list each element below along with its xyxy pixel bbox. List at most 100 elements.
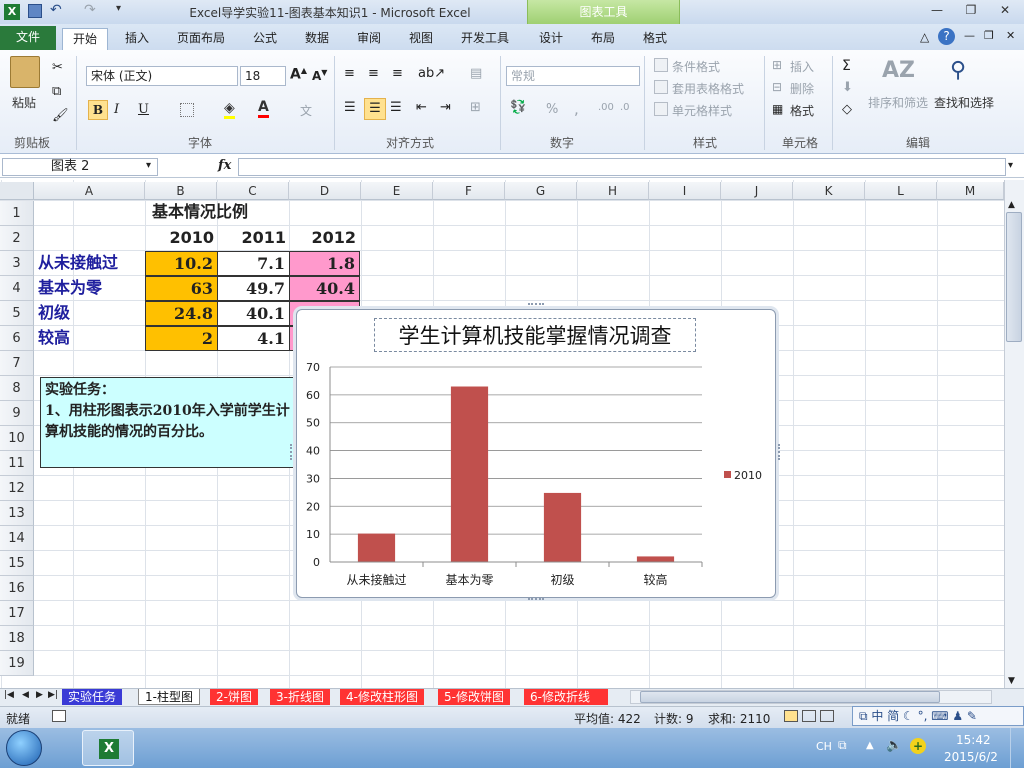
tab-data[interactable]: 数据	[298, 28, 336, 50]
row-header[interactable]: 6	[0, 326, 34, 351]
clear-icon[interactable]: ◇	[842, 102, 852, 117]
expand-formula-icon[interactable]: ▾	[1008, 160, 1013, 171]
formula-input[interactable]	[238, 158, 1006, 176]
underline-button[interactable]: U	[138, 102, 149, 117]
row-header[interactable]: 13	[0, 501, 34, 526]
row-label-cell[interactable]: 从未接触过	[34, 251, 146, 276]
fx-icon[interactable]: fx	[218, 158, 231, 173]
chart-bar[interactable]	[636, 556, 675, 562]
find-select-button[interactable]: 查找和选择	[934, 94, 994, 111]
cut-icon[interactable]: ✂	[52, 60, 63, 75]
tab-review[interactable]: 审阅	[350, 28, 388, 50]
table-format-button[interactable]: 套用表格格式	[672, 80, 744, 97]
row-header[interactable]: 9	[0, 401, 34, 426]
bold-button[interactable]: B	[88, 100, 108, 120]
percent-button[interactable]: %	[546, 102, 558, 117]
row-header[interactable]: 18	[0, 626, 34, 651]
paste-button[interactable]: 粘贴	[12, 94, 36, 111]
column-header[interactable]: G	[505, 182, 577, 200]
redo-icon[interactable]: ↷	[84, 2, 96, 18]
row-header[interactable]: 5	[0, 301, 34, 326]
tab-page-layout[interactable]: 页面布局	[170, 28, 232, 50]
font-name-select[interactable]: 宋体 (正文)	[86, 66, 238, 86]
tab-home[interactable]: 开始	[62, 28, 108, 50]
name-box-dropdown-icon[interactable]: ▾	[146, 160, 151, 171]
column-header[interactable]: A	[34, 182, 145, 200]
sheet-tab-task[interactable]: 实验任务	[62, 689, 123, 705]
task-textbox[interactable]: 实验任务： 1、用柱形图表示2010年入学前学生计算机技能的情况的百分比。	[40, 377, 300, 468]
scroll-thumb[interactable]	[1006, 212, 1022, 342]
italic-button[interactable]: I	[114, 102, 119, 117]
fill-icon[interactable]: ⬇	[842, 80, 853, 95]
column-header[interactable]: E	[361, 182, 433, 200]
grow-font-icon[interactable]: A▲	[290, 66, 307, 83]
find-select-icon[interactable]: ⚲	[950, 58, 966, 83]
close-icon[interactable]: ✕	[994, 3, 1016, 19]
sheet-tab-bar-chart[interactable]: 1-柱型图	[138, 689, 200, 705]
row-label-cell[interactable]: 初级	[34, 301, 146, 326]
year-header-2012[interactable]: 2012	[290, 226, 360, 251]
macro-record-icon[interactable]	[52, 710, 66, 722]
column-header[interactable]: K	[793, 182, 865, 200]
align-center-icon[interactable]: ☰	[364, 98, 386, 120]
workbook-close-icon[interactable]: ✕	[1006, 29, 1015, 42]
excel-app-icon[interactable]: X	[4, 4, 20, 20]
chart-bar[interactable]	[543, 492, 582, 562]
data-cell-2011[interactable]: 4.1	[217, 326, 290, 351]
sheet-nav-prev-icon[interactable]: ◀	[22, 690, 29, 700]
copy-icon[interactable]: ⧉	[52, 84, 61, 99]
tab-file[interactable]: 文件	[0, 26, 56, 50]
row-label-cell[interactable]: 较高	[34, 326, 146, 351]
input-language[interactable]: CH	[816, 740, 832, 753]
row-header[interactable]: 4	[0, 276, 34, 301]
row-header[interactable]: 16	[0, 576, 34, 601]
shrink-font-icon[interactable]: A▼	[312, 68, 327, 83]
paste-icon[interactable]	[10, 56, 40, 88]
orientation-icon[interactable]: ab↗	[418, 66, 445, 81]
taskbar-excel-icon[interactable]: X	[82, 730, 134, 766]
chart-resize-handle-left[interactable]	[290, 444, 294, 460]
borders-icon[interactable]	[180, 103, 194, 117]
normal-view-icon[interactable]	[784, 710, 798, 722]
name-box[interactable]: 图表 2	[2, 158, 158, 176]
insert-cells-button[interactable]: 插入	[790, 58, 814, 75]
undo-icon[interactable]: ↶	[50, 2, 62, 18]
format-painter-icon[interactable]: 🖌	[52, 108, 69, 123]
row-header[interactable]: 3	[0, 251, 34, 276]
merge-center-icon[interactable]: ⊞	[470, 100, 481, 115]
show-hidden-icons[interactable]: ▲	[866, 740, 874, 751]
tab-developer[interactable]: 开发工具	[454, 28, 516, 50]
delete-cells-button[interactable]: 删除	[790, 80, 814, 97]
column-header[interactable]: H	[577, 182, 649, 200]
scroll-down-icon[interactable]: ▼	[1008, 676, 1015, 686]
column-header[interactable]: I	[649, 182, 721, 200]
sort-filter-icon[interactable]: AZ	[882, 58, 915, 83]
data-cell-2010[interactable]: 2	[145, 326, 218, 351]
row-header[interactable]: 17	[0, 601, 34, 626]
row-header[interactable]: 12	[0, 476, 34, 501]
collapse-ribbon-icon[interactable]: △	[920, 30, 929, 44]
data-cell-2011[interactable]: 7.1	[217, 251, 290, 276]
column-header[interactable]: D	[289, 182, 361, 200]
data-cell-2012[interactable]: 1.8	[289, 251, 360, 276]
sheet-nav-first-icon[interactable]: |◀	[4, 690, 14, 700]
tab-format[interactable]: 格式	[636, 28, 674, 50]
data-cell-2012[interactable]: 40.4	[289, 276, 360, 301]
cell-style-button[interactable]: 单元格样式	[672, 102, 732, 119]
ime-toolbar[interactable]: ⧉ 中 简 ☾ °, ⌨ ♟ ✎	[852, 706, 1024, 726]
column-header[interactable]: J	[721, 182, 793, 200]
quick-access-dropdown-icon[interactable]: ▾	[116, 3, 121, 14]
start-button[interactable]	[6, 730, 42, 766]
sheet-tab-modify-bar[interactable]: 4-修改柱形图	[340, 689, 424, 705]
align-bottom-icon[interactable]: ≡	[392, 66, 403, 81]
sheet-title-cell[interactable]: 基本情况比例	[110, 200, 290, 225]
autosum-icon[interactable]: Σ	[842, 58, 851, 74]
align-middle-icon[interactable]: ≡	[368, 66, 379, 81]
align-right-icon[interactable]: ☰	[390, 100, 402, 115]
conditional-format-button[interactable]: 条件格式	[672, 58, 720, 75]
increase-indent-icon[interactable]: ⇥	[440, 100, 451, 115]
select-all-corner[interactable]	[0, 182, 34, 200]
sheet-nav-next-icon[interactable]: ▶	[36, 690, 43, 700]
comma-button[interactable]: ,	[574, 100, 579, 118]
chart-resize-handle-top[interactable]	[528, 303, 544, 307]
